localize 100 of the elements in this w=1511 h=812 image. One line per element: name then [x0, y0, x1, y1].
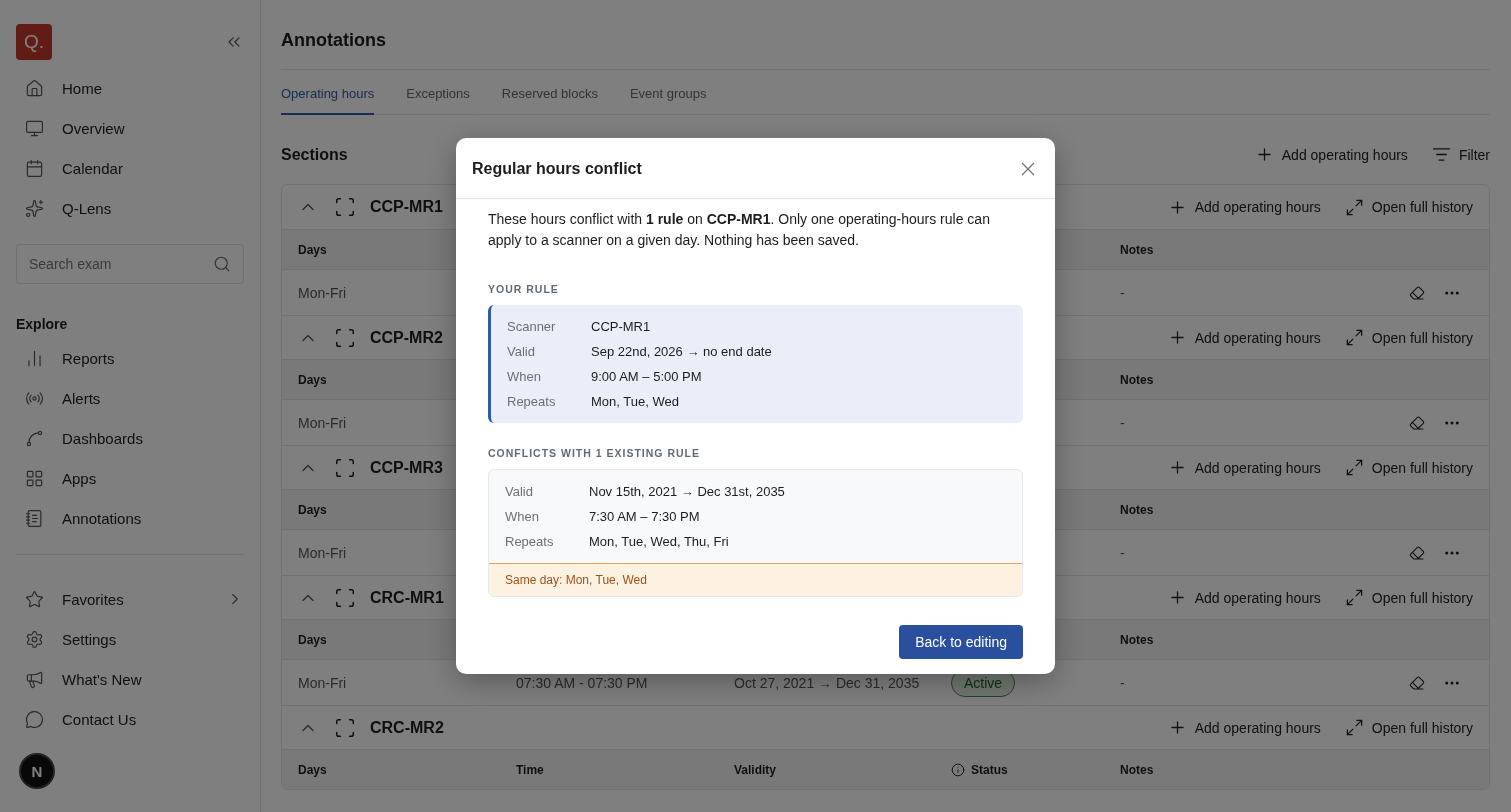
column-header: Time	[516, 762, 544, 777]
bar-chart-icon	[25, 348, 44, 368]
logo: Q.	[16, 24, 52, 60]
section-label: CONFLICTS WITH 1 EXISTING RULE	[488, 447, 701, 459]
add-button[interactable]: Add operating hours	[1167, 588, 1321, 607]
eraser-icon[interactable]	[1409, 284, 1425, 301]
section-label: YOUR RULE	[488, 283, 560, 295]
add-button[interactable]: Add operating hours	[1167, 328, 1321, 347]
document-icon	[25, 508, 44, 528]
table-cell: Mon-Fri	[298, 414, 347, 431]
add-button[interactable]: Add operating hours	[1167, 197, 1321, 217]
tab[interactable]: Reserved blocks	[501, 82, 598, 115]
nav-item[interactable]: Overview	[16, 108, 244, 148]
search-icon	[213, 255, 231, 273]
dialog-title: Regular hours conflict	[472, 160, 642, 178]
field-value: Sep 22nd, 2026 → no end date	[591, 344, 773, 359]
scanner-icon	[334, 326, 356, 349]
megaphone-icon	[25, 669, 44, 689]
scanner-icon	[334, 196, 356, 218]
history-button[interactable]: Open full history	[1344, 197, 1473, 217]
nav-item[interactable]: Settings	[16, 619, 244, 659]
add-button[interactable]: Add operating hours	[1167, 458, 1321, 477]
section-heading: Explore	[16, 316, 69, 332]
add-button[interactable]: Add operating hours	[1254, 145, 1408, 164]
field-label: Valid	[507, 344, 536, 359]
field-label: When	[505, 509, 540, 524]
nav-item[interactable]: Calendar	[16, 148, 244, 188]
nav-item[interactable]: Favorites	[16, 579, 244, 619]
column-header: Days	[298, 762, 327, 777]
column-header: Notes	[1120, 632, 1154, 647]
table-cell: Oct 27, 2021 → Dec 31, 2035	[734, 674, 920, 691]
nav-item[interactable]: What's New	[16, 659, 244, 699]
column-header: Notes	[1120, 762, 1154, 777]
settings-icon	[25, 629, 44, 649]
field-label: Repeats	[505, 534, 555, 549]
column-header: Status	[951, 762, 1008, 777]
tab[interactable]: Exceptions	[406, 82, 470, 115]
expand-icon	[1344, 458, 1364, 477]
table-cell: -	[1120, 544, 1125, 561]
section-name: CRC-MR2	[370, 718, 444, 737]
filter-button[interactable]: Filter	[1431, 145, 1490, 164]
nav-item[interactable]: Apps	[16, 458, 244, 498]
column-header: Days	[298, 372, 327, 387]
scanner-icon	[334, 586, 356, 609]
dev-badge[interactable]: N	[19, 753, 55, 789]
section-name: CRC-MR1	[370, 588, 444, 607]
nav-item[interactable]: Q-Lens	[16, 188, 244, 228]
nav-item[interactable]: Reports	[16, 338, 244, 378]
dialog-message: These hours conflict with 1 rule on CCP-MR1. Only one operating-hours rule can apply to a scanner on a given day. Nothing has been saved.	[488, 210, 991, 250]
history-button[interactable]: Open full history	[1344, 328, 1473, 347]
monitor-icon	[25, 118, 44, 138]
sections-heading: Sections	[281, 145, 348, 164]
nav-item[interactable]: Alerts	[16, 378, 244, 418]
star-icon	[25, 589, 44, 609]
field-value: 9:00 AM – 5:00 PM	[591, 369, 703, 384]
table-cell: -	[1120, 284, 1125, 301]
info-icon	[951, 762, 965, 777]
column-header: Notes	[1120, 502, 1154, 517]
field-value: 7:30 AM – 7:30 PM	[589, 509, 701, 524]
history-button[interactable]: Open full history	[1344, 458, 1473, 477]
eraser-icon[interactable]	[1409, 674, 1425, 691]
tab[interactable]: Event groups	[629, 82, 707, 115]
search-field[interactable]: Search exam	[16, 244, 244, 284]
back-button[interactable]: Back to editing	[899, 625, 1023, 659]
history-button[interactable]: Open full history	[1344, 718, 1473, 737]
table-cell: Mon-Fri	[298, 284, 347, 301]
column-header: Notes	[1120, 242, 1154, 257]
nav-item[interactable]: Dashboards	[16, 418, 244, 458]
expand-icon	[1344, 328, 1364, 347]
add-button[interactable]: Add operating hours	[1167, 718, 1321, 737]
nav-item[interactable]: Annotations	[16, 498, 244, 538]
nav-item[interactable]: Home	[16, 68, 244, 108]
overlap-notice: Same day: Mon, Tue, Wed	[489, 563, 1022, 596]
scanner-icon	[334, 716, 356, 739]
column-header: Validity	[734, 762, 777, 777]
tab[interactable]: Operating hours	[281, 82, 375, 115]
field-label: Valid	[505, 484, 534, 499]
section-name: CCP-MR3	[370, 458, 443, 477]
column-header: Notes	[1120, 372, 1154, 387]
field-label: Scanner	[507, 319, 557, 334]
column-header: Days	[298, 632, 327, 647]
expand-icon	[1344, 718, 1364, 737]
table-cell: Mon-Fri	[298, 544, 347, 561]
field-label: When	[507, 369, 542, 384]
grid-icon	[25, 468, 44, 488]
table-cell: 07:30 AM - 07:30 PM	[516, 674, 648, 691]
chat-bubble-icon	[25, 709, 44, 729]
sparkles-icon	[25, 198, 44, 218]
field-value: CCP-MR1	[591, 319, 652, 334]
field-value: Nov 15th, 2021 → Dec 31st, 2035	[589, 484, 786, 499]
expand-icon	[1344, 588, 1364, 607]
filter-icon	[1431, 145, 1451, 164]
field-value: Mon, Tue, Wed, Thu, Fri	[589, 534, 730, 549]
history-button[interactable]: Open full history	[1344, 588, 1473, 607]
eraser-icon[interactable]	[1409, 414, 1425, 431]
section-name: CCP-MR1	[370, 198, 443, 216]
scanner-icon	[334, 456, 356, 479]
nav-item[interactable]: Contact Us	[16, 699, 244, 739]
line-chart-icon	[25, 428, 44, 448]
eraser-icon[interactable]	[1409, 544, 1425, 561]
